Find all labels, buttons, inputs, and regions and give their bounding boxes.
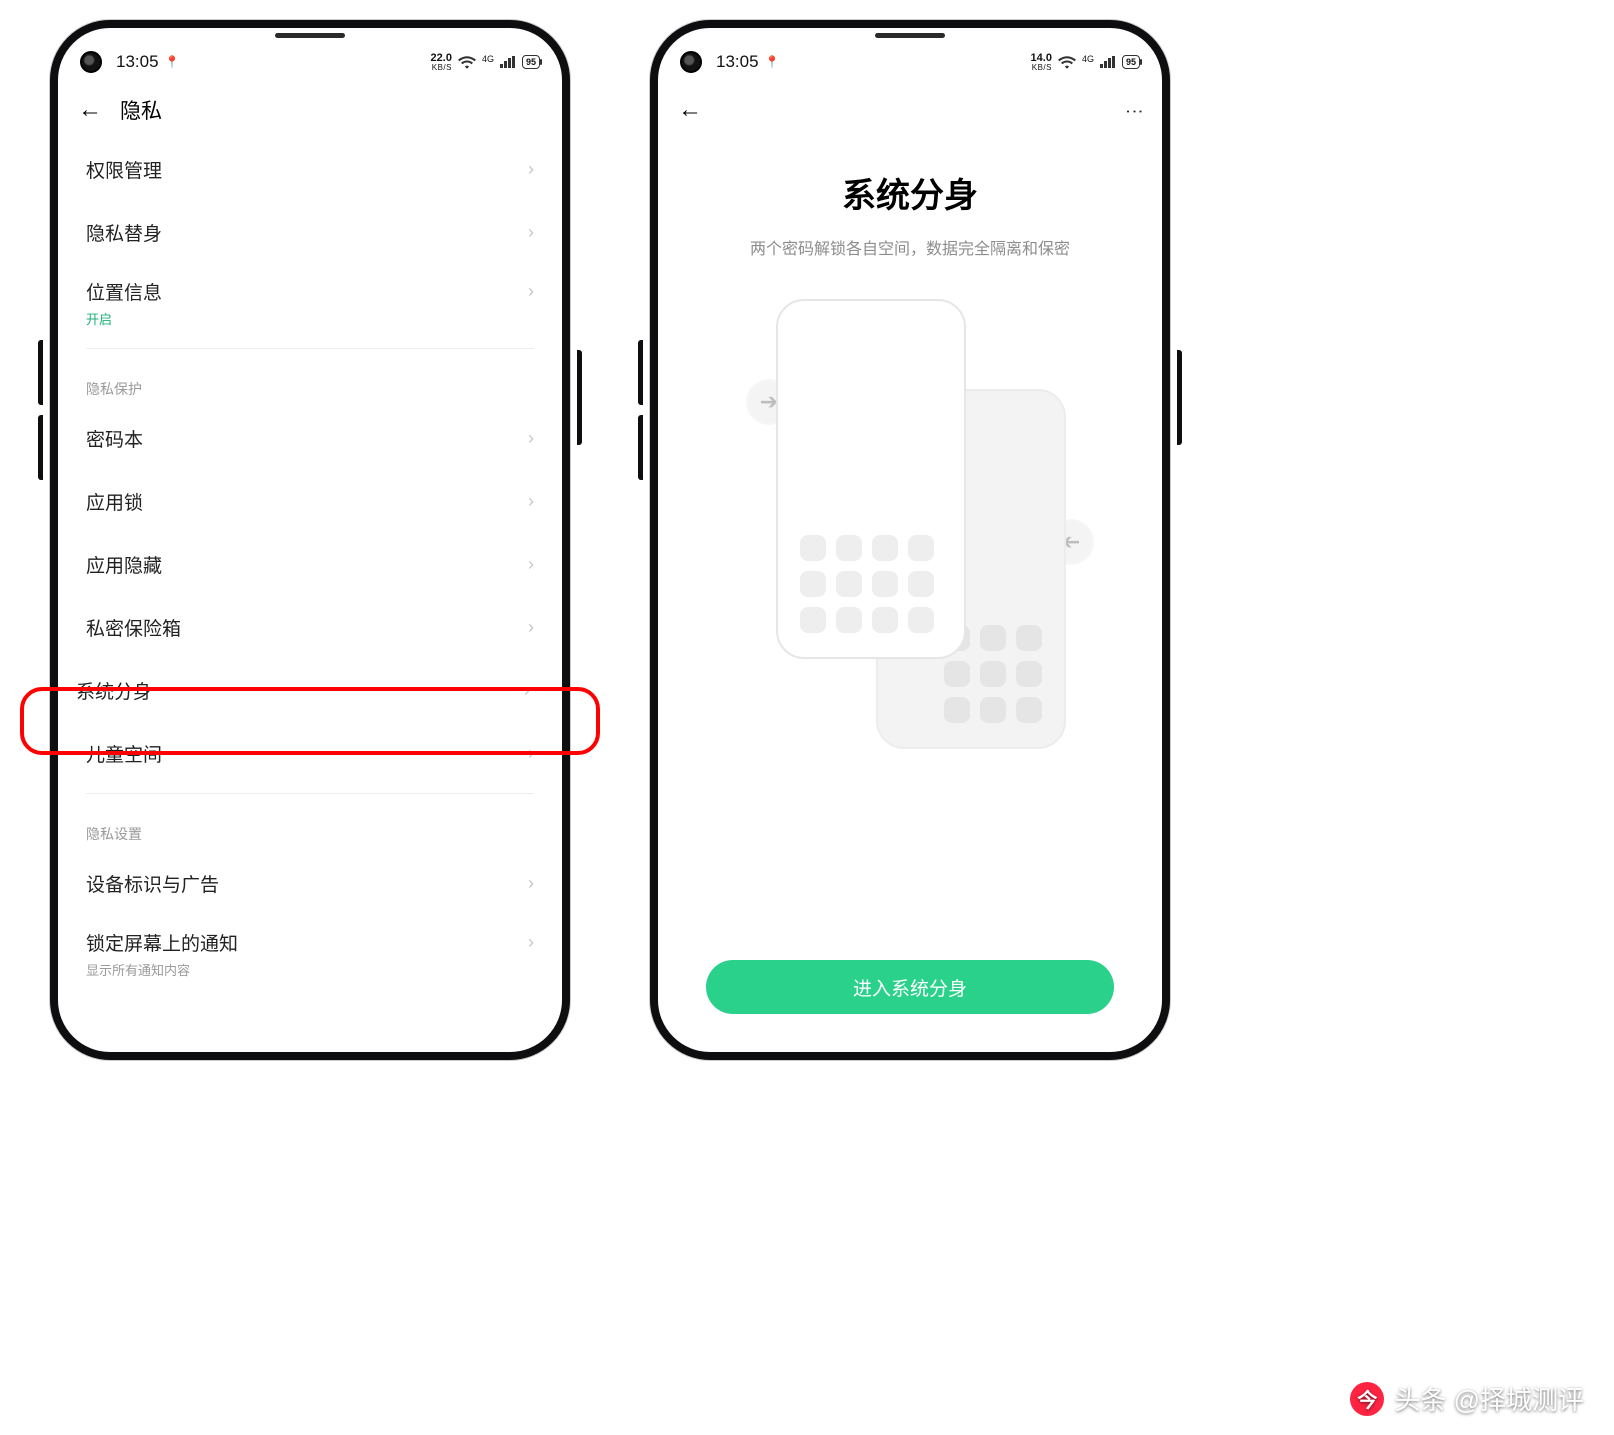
row-privacy-substitute[interactable]: 隐私替身 › — [58, 201, 562, 264]
net-speed: 22.0 KB/S — [431, 53, 452, 72]
status-time: 13:05 — [716, 52, 759, 72]
chevron-right-icon: › — [528, 159, 534, 180]
illustration: ➔ ➔ — [686, 259, 1134, 960]
toutiao-logo-icon: 今 — [1350, 1382, 1384, 1416]
row-sublabel: 开启 — [86, 309, 112, 328]
chevron-right-icon: › — [528, 222, 534, 243]
speaker-notch — [658, 28, 1162, 42]
wifi-icon — [1058, 55, 1076, 69]
page-title: 系统分身 — [686, 168, 1134, 217]
row-label: 隐私替身 — [86, 219, 162, 246]
network-label: 4G — [482, 54, 494, 64]
page-subtitle: 两个密码解锁各自空间，数据完全隔离和保密 — [686, 235, 1134, 259]
row-label: 私密保险箱 — [86, 614, 181, 641]
chevron-right-icon: › — [528, 491, 534, 512]
battery-icon: 95 — [522, 55, 540, 69]
wifi-icon — [458, 55, 476, 69]
row-vault[interactable]: 私密保险箱 › — [58, 596, 562, 659]
front-camera-hole — [680, 51, 702, 73]
watermark-text: 头条 @择城测评 — [1394, 1380, 1584, 1417]
row-system-clone[interactable]: 系统分身 › — [58, 659, 562, 722]
location-pin-icon: 📍 — [765, 55, 780, 69]
row-label: 应用锁 — [86, 488, 143, 515]
back-icon[interactable]: ← — [78, 96, 102, 124]
row-lockscreen-notif[interactable]: 锁定屏幕上的通知 › 显示所有通知内容 — [58, 915, 562, 991]
chevron-right-icon: › — [528, 873, 534, 894]
section-label-settings: 隐私设置 — [58, 802, 562, 852]
phone-left: 13:05 📍 22.0 KB/S 4G 95 — [50, 20, 570, 1060]
speaker-notch — [58, 28, 562, 42]
page-title: 隐私 — [120, 95, 162, 125]
row-label: 儿童空间 — [86, 740, 162, 767]
row-label: 密码本 — [86, 425, 143, 452]
phone-right: 13:05 📍 14.0 KB/S 4G 95 — [650, 20, 1170, 1060]
chevron-right-icon: › — [528, 554, 534, 575]
settings-list: 权限管理 › 隐私替身 › 位置信息 › 开启 隐私保护 密码本 — [58, 138, 562, 991]
row-label: 锁定屏幕上的通知 — [86, 929, 238, 956]
net-speed: 14.0 KB/S — [1031, 53, 1052, 72]
row-label: 设备标识与广告 — [86, 870, 219, 897]
watermark: 今 头条 @择城测评 — [1350, 1380, 1584, 1417]
row-apphide[interactable]: 应用隐藏 › — [58, 533, 562, 596]
signal-icon — [500, 56, 516, 68]
more-icon[interactable]: ⋮ — [1124, 102, 1145, 118]
row-label: 应用隐藏 — [86, 551, 162, 578]
row-kids-space[interactable]: 儿童空间 › — [58, 722, 562, 785]
navbar: ← 隐私 — [58, 82, 562, 138]
row-applock[interactable]: 应用锁 › — [58, 470, 562, 533]
front-camera-hole — [80, 51, 102, 73]
status-bar: 13:05 📍 22.0 KB/S 4G 95 — [58, 42, 562, 82]
battery-icon: 95 — [1122, 55, 1140, 69]
row-device-ad[interactable]: 设备标识与广告 › — [58, 852, 562, 915]
row-sublabel: 显示所有通知内容 — [86, 960, 190, 979]
chevron-right-icon: › — [528, 281, 534, 302]
chevron-right-icon: › — [528, 743, 534, 764]
row-passwords[interactable]: 密码本 › — [58, 407, 562, 470]
chevron-right-icon: › — [528, 428, 534, 449]
chevron-right-icon: › — [528, 932, 534, 953]
divider — [86, 348, 534, 349]
row-label: 系统分身 — [76, 677, 152, 704]
row-location[interactable]: 位置信息 › 开启 — [58, 264, 562, 340]
illus-card-front — [776, 299, 966, 659]
signal-icon — [1100, 56, 1116, 68]
network-label: 4G — [1082, 54, 1094, 64]
status-bar: 13:05 📍 14.0 KB/S 4G 95 — [658, 42, 1162, 82]
navbar: ← ⋮ — [658, 82, 1162, 138]
status-time: 13:05 — [116, 52, 159, 72]
row-label: 位置信息 — [86, 278, 162, 305]
enter-system-clone-button[interactable]: 进入系统分身 — [706, 960, 1114, 1014]
chevron-right-icon: › — [528, 617, 534, 638]
section-label-protect: 隐私保护 — [58, 357, 562, 407]
divider — [86, 793, 534, 794]
chevron-right-icon: › — [524, 680, 530, 701]
row-label: 权限管理 — [86, 156, 162, 183]
back-icon[interactable]: ← — [678, 96, 702, 124]
location-pin-icon: 📍 — [165, 55, 180, 69]
row-permissions[interactable]: 权限管理 › — [58, 138, 562, 201]
